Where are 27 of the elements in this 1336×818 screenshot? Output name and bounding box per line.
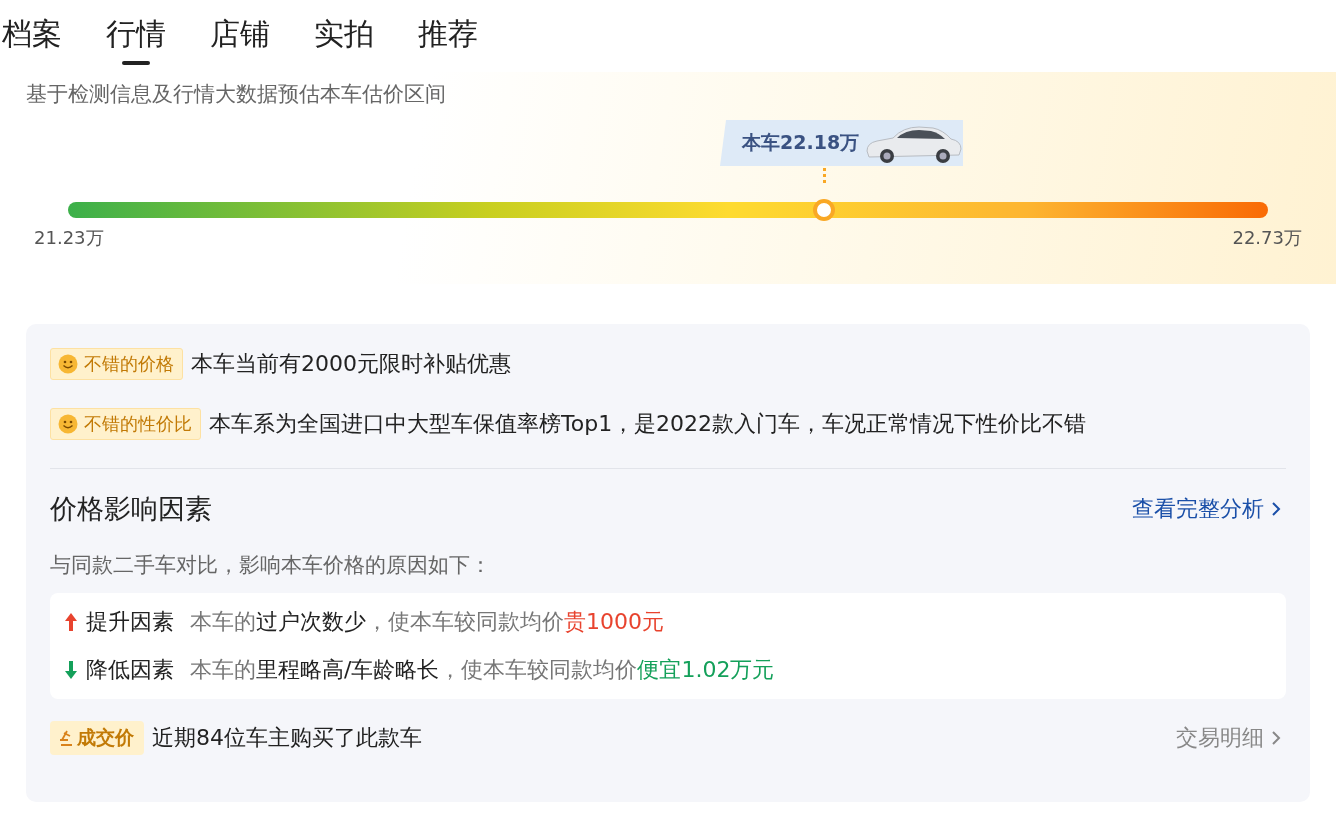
factors-intro: 与同款二手车对比，影响本车价格的原因如下： bbox=[50, 552, 492, 579]
down-arrow-icon bbox=[64, 660, 78, 680]
tab[interactable]: 店铺 bbox=[208, 14, 272, 63]
highlight-text: 本车系为全国进口中大型车保值率榜Top1，是2022款入门车，车况正常情况下性价比不错 bbox=[209, 410, 1087, 438]
factor-label: 降低因素 bbox=[86, 656, 174, 684]
tab[interactable]: 行情 bbox=[104, 14, 168, 63]
up-arrow-icon bbox=[64, 612, 78, 632]
max-price: 22.73万 bbox=[1232, 226, 1302, 250]
section-title: 价格影响因素 bbox=[50, 492, 212, 526]
tab[interactable]: 实拍 bbox=[312, 14, 376, 63]
car-price-label: 本车22.18万 bbox=[742, 130, 860, 155]
deal-count-text: 近期84位车主购买了此款车 bbox=[152, 724, 423, 752]
tab[interactable]: 档案 bbox=[0, 14, 64, 63]
rating-tag-text: 不错的价格 bbox=[84, 352, 174, 376]
factor-description: 本车的过户次数少，使本车较同款均价贵1000元 bbox=[190, 608, 664, 636]
factor-label: 提升因素 bbox=[86, 608, 174, 636]
highlight-text: 本车当前有2000元限时补贴优惠 bbox=[191, 350, 511, 378]
deal-price-tag-text: 成交价 bbox=[77, 725, 134, 750]
smiley-icon bbox=[58, 354, 78, 374]
factor-description: 本车的里程略高/车龄略长，使本车较同款均价便宜1.02万元 bbox=[190, 656, 775, 684]
rating-tag-text: 不错的性价比 bbox=[84, 412, 192, 436]
gavel-icon bbox=[58, 729, 74, 747]
min-price: 21.23万 bbox=[34, 226, 104, 250]
tab[interactable]: 推荐 bbox=[416, 14, 480, 63]
smiley-icon bbox=[58, 414, 78, 434]
full-analysis-link[interactable]: 查看完整分析 bbox=[1132, 494, 1282, 524]
estimate-description: 基于检测信息及行情大数据预估本车估价区间 bbox=[26, 81, 447, 108]
